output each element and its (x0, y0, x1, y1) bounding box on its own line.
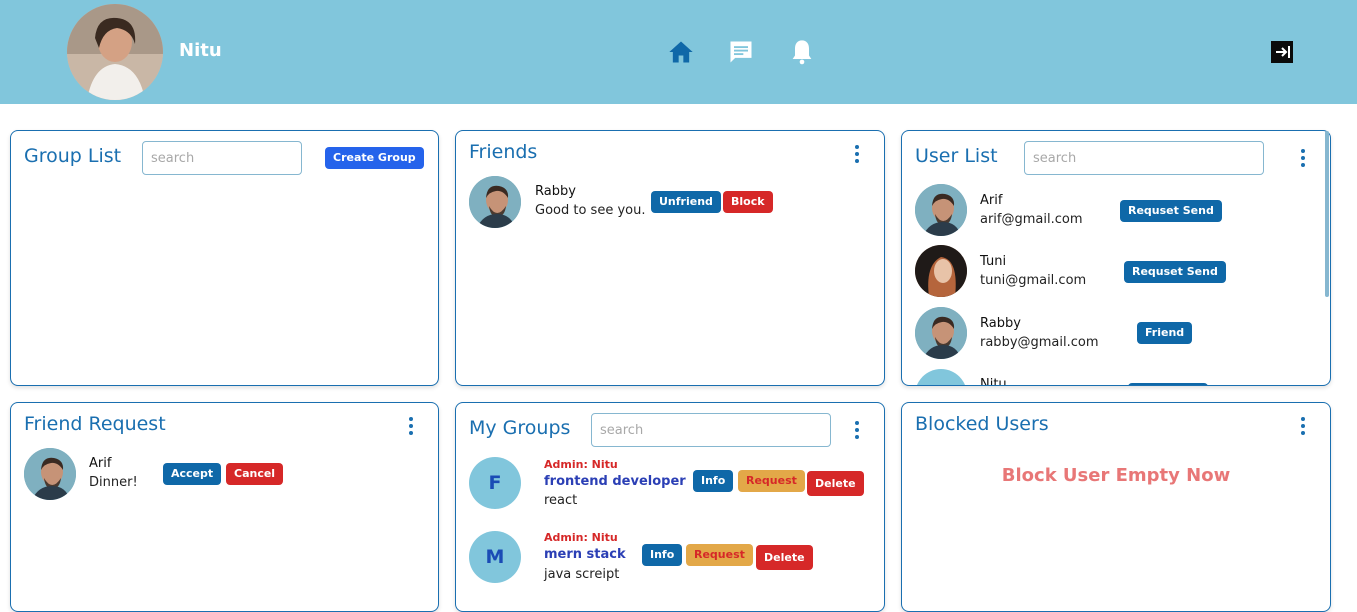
top-header: Nitu (0, 0, 1357, 104)
user-action-button[interactable] (1128, 383, 1208, 385)
user-list-scrollbar[interactable] (1325, 131, 1329, 297)
user-name: Rabby (980, 316, 1021, 331)
friend-name: Rabby (535, 184, 576, 199)
group-list-title: Group List (24, 145, 122, 167)
group-search-input[interactable] (142, 141, 302, 175)
blocked-users-menu-icon[interactable] (1300, 417, 1306, 437)
unfriend-button[interactable]: Unfriend (651, 191, 721, 213)
blocked-users-title: Blocked Users (915, 413, 1049, 435)
woman-avatar-icon (915, 245, 967, 297)
create-group-button[interactable]: Create Group (325, 147, 424, 169)
profile-avatar[interactable] (67, 4, 163, 100)
my-groups-card: My Groups F Admin: Nitu frontend develop… (455, 402, 885, 612)
accept-button[interactable]: Accept (163, 463, 222, 485)
request-send-button[interactable]: Requset Send (1124, 261, 1226, 283)
profile-photo-icon (67, 4, 163, 100)
group-tag: java screipt (544, 567, 620, 582)
man-avatar-icon (469, 176, 521, 228)
user-name: Tuni (980, 254, 1007, 269)
friend-message: Good to see you. (535, 203, 646, 218)
logout-icon[interactable] (1270, 40, 1294, 64)
request-name: Arif (89, 456, 112, 471)
blocked-users-card: Blocked Users Block User Empty Now (901, 402, 1331, 612)
group-tag: react (544, 493, 578, 508)
friends-card: Friends Rabby Good to see you. Unfriend … (455, 130, 885, 386)
group-admin: Admin: Nitu (544, 531, 618, 544)
group-letter-avatar: M (469, 531, 521, 583)
man-avatar-icon (915, 184, 967, 236)
friend-request-menu-icon[interactable] (408, 417, 414, 437)
user-email: rabby@gmail.com (980, 335, 1099, 350)
block-button[interactable]: Block (723, 191, 773, 213)
group-name: mern stack (544, 547, 626, 562)
user-name: Nitu (980, 377, 1007, 386)
man-avatar-icon (915, 307, 967, 359)
group-letter-avatar: F (469, 457, 521, 509)
group-info-button[interactable]: Info (642, 544, 683, 566)
chat-icon[interactable] (727, 38, 755, 66)
user-avatar-arif (915, 184, 967, 236)
group-info-button[interactable]: Info (693, 470, 734, 492)
friend-status-button[interactable]: Friend (1137, 322, 1193, 344)
user-email: arif@gmail.com (980, 212, 1083, 227)
blocked-empty-message: Block User Empty Now (1001, 465, 1231, 486)
group-request-button[interactable]: Request (738, 470, 805, 492)
user-avatar-tuni (915, 245, 967, 297)
my-groups-title: My Groups (469, 417, 571, 439)
group-name: frontend developer (544, 474, 686, 489)
home-icon[interactable] (667, 38, 695, 66)
group-list-card: Group List Create Group (10, 130, 439, 386)
user-email: tuni@gmail.com (980, 273, 1087, 288)
group-request-button[interactable]: Request (686, 544, 753, 566)
friend-avatar (469, 176, 521, 228)
user-list-title: User List (915, 145, 998, 167)
group-admin: Admin: Nitu (544, 458, 618, 471)
user-avatar-rabby (915, 307, 967, 359)
request-avatar (24, 448, 76, 500)
user-name: Arif (980, 193, 1003, 208)
my-groups-menu-icon[interactable] (854, 421, 860, 441)
user-list-card: User List Arif arif@gmail.com Requset Se… (901, 130, 1331, 386)
friends-menu-icon[interactable] (854, 145, 860, 165)
friend-request-card: Friend Request Arif Dinner! Accept Cance… (10, 402, 439, 612)
friend-request-title: Friend Request (24, 413, 166, 435)
request-send-button[interactable]: Requset Send (1120, 200, 1222, 222)
bell-icon[interactable] (788, 38, 816, 66)
friends-title: Friends (469, 141, 538, 163)
profile-name: Nitu (179, 40, 222, 61)
my-groups-search-input[interactable] (591, 413, 831, 447)
cancel-button[interactable]: Cancel (226, 463, 284, 485)
group-delete-button[interactable]: Delete (756, 545, 813, 570)
user-avatar-nitu (915, 369, 967, 385)
man-avatar-icon (24, 448, 76, 500)
user-list-menu-icon[interactable] (1300, 149, 1306, 169)
group-delete-button[interactable]: Delete (807, 471, 864, 496)
request-message: Dinner! (89, 475, 138, 490)
user-search-input[interactable] (1024, 141, 1264, 175)
